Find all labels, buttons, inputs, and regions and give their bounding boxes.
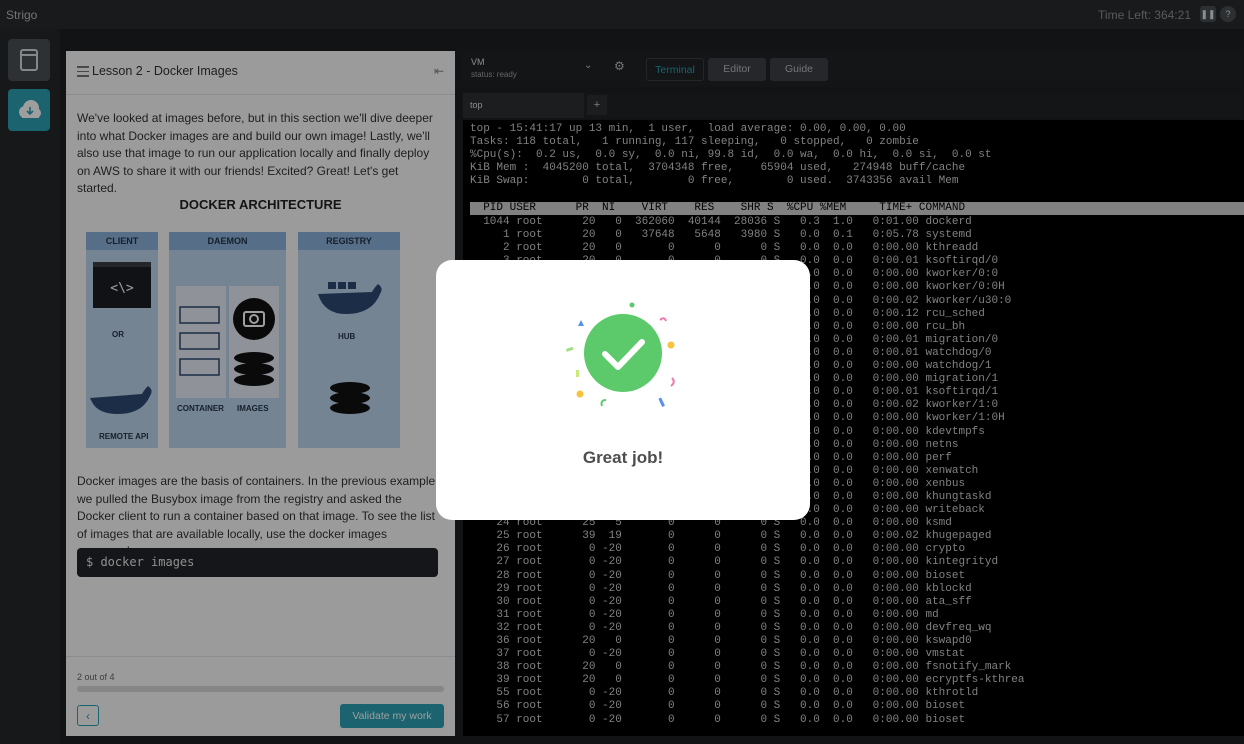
success-message: Great job! [582,448,664,467]
success-check-icon [565,302,675,407]
success-modal: Great job! [436,260,810,520]
